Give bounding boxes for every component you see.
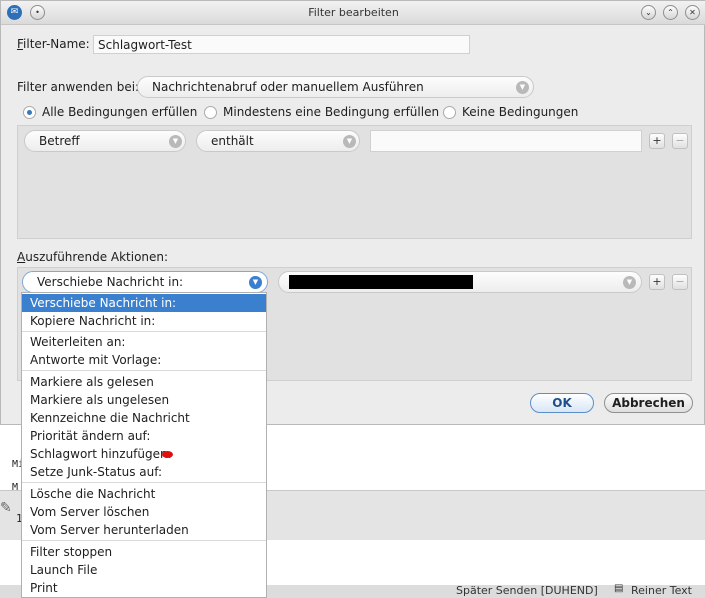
menu-item-mark-read[interactable]: Markiere als gelesen: [22, 373, 266, 391]
chevron-down-icon: ▼: [343, 135, 356, 148]
remove-rule-button[interactable]: −: [672, 133, 688, 149]
titlebar: ✉ • Filter bearbeiten ⌄ ⌃ ✕: [1, 1, 705, 25]
window-title: Filter bearbeiten: [308, 6, 399, 19]
menu-item-print[interactable]: Print: [22, 579, 266, 597]
chevron-down-icon: ▼: [623, 276, 636, 289]
close-button[interactable]: ✕: [685, 5, 700, 20]
menu-item-stop-filter[interactable]: Filter stoppen: [22, 543, 266, 561]
maximize-button[interactable]: ⌃: [663, 5, 678, 20]
tag-color-icon: [162, 451, 173, 458]
add-action-button[interactable]: +: [649, 274, 665, 290]
menu-item-delete[interactable]: Lösche die Nachricht: [22, 485, 266, 503]
paperclip-icon: ✎: [0, 500, 12, 516]
radio-any-label: Mindestens eine Bedingung erfüllen: [223, 105, 440, 119]
menu-item-add-tag[interactable]: Schlagwort hinzufügen:: [22, 445, 172, 463]
radio-none-label: Keine Bedingungen: [462, 105, 579, 119]
chevron-down-icon: ▼: [169, 135, 182, 148]
menu-item-mark-unread[interactable]: Markiere als ungelesen: [22, 391, 266, 409]
radio-any-condition[interactable]: [204, 106, 217, 119]
chevron-down-icon: ▼: [249, 276, 262, 289]
filter-name-value: Schlagwort-Test: [98, 38, 192, 52]
apply-label: Filter anwenden bei:: [17, 80, 140, 94]
rule-field-select[interactable]: Betreff ▼: [24, 130, 186, 152]
menu-item-forward[interactable]: Weiterleiten an:: [22, 333, 266, 351]
status-send-later: Später Senden [DUHEND]: [456, 584, 598, 597]
rule-operator-select[interactable]: enthält ▼: [196, 130, 360, 152]
radio-all-label: Alle Bedingungen erfüllen: [42, 105, 198, 119]
rule-value-input[interactable]: [370, 130, 642, 152]
menu-item-flag[interactable]: Kennzeichne die Nachricht: [22, 409, 266, 427]
actions-label: Auszuführende Aktionen:: [17, 250, 169, 264]
radio-all-conditions[interactable]: [23, 106, 36, 119]
menu-separator: [22, 331, 266, 332]
action-type-value: Verschiebe Nachricht in:: [37, 275, 184, 289]
plain-text-icon: ▤: [614, 583, 624, 594]
cancel-button[interactable]: Abbrechen: [604, 393, 693, 413]
redacted-folder-name: [289, 275, 473, 289]
menu-item-launch-file[interactable]: Launch File: [22, 561, 266, 579]
remove-action-button[interactable]: −: [672, 274, 688, 290]
menu-item-move[interactable]: Verschiebe Nachricht in:: [22, 294, 266, 312]
menu-item-reply-template[interactable]: Antworte mit Vorlage:: [22, 351, 266, 369]
rule-field-value: Betreff: [39, 134, 80, 148]
filter-name-input[interactable]: Schlagwort-Test: [93, 35, 470, 54]
apply-when-select[interactable]: Nachrichtenabruf oder manuellem Ausführe…: [137, 76, 534, 98]
ok-button[interactable]: OK: [530, 393, 594, 413]
add-rule-button[interactable]: +: [649, 133, 665, 149]
menu-item-download-server[interactable]: Vom Server herunterladen: [22, 521, 266, 539]
menu-separator: [22, 370, 266, 371]
action-target-select[interactable]: ▼: [278, 271, 642, 293]
menu-item-copy[interactable]: Kopiere Nachricht in:: [22, 312, 266, 330]
action-dropdown-menu: Verschiebe Nachricht in: Kopiere Nachric…: [21, 292, 267, 598]
menu-separator: [22, 540, 266, 541]
menu-item-delete-server[interactable]: Vom Server löschen: [22, 503, 266, 521]
apply-when-value: Nachrichtenabruf oder manuellem Ausführe…: [152, 80, 424, 94]
action-type-select[interactable]: Verschiebe Nachricht in: ▼: [22, 271, 268, 293]
menu-separator: [22, 482, 266, 483]
menu-item-junk-status[interactable]: Setze Junk-Status auf:: [22, 463, 266, 481]
rule-operator-value: enthält: [211, 134, 254, 148]
menu-item-priority[interactable]: Priorität ändern auf:: [22, 427, 266, 445]
chevron-down-icon: ▼: [516, 81, 529, 94]
filter-name-label: Filter-Name:: [17, 37, 90, 51]
radio-no-conditions[interactable]: [443, 106, 456, 119]
minimize-button[interactable]: ⌄: [641, 5, 656, 20]
status-format: Reiner Text: [631, 584, 692, 597]
